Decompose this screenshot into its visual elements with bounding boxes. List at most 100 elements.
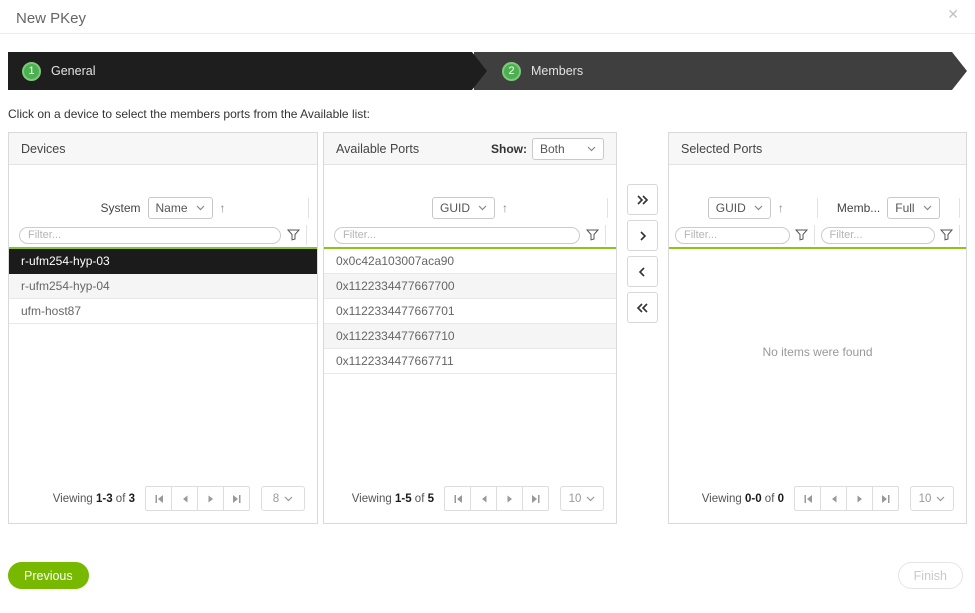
move-all-right-button[interactable] bbox=[627, 184, 658, 215]
prev-page-icon bbox=[480, 495, 488, 503]
devices-panel-title: Devices bbox=[21, 142, 65, 156]
move-selected-left-button[interactable] bbox=[627, 256, 658, 287]
guid-column-header: GUID ↑ bbox=[675, 197, 817, 219]
last-page-icon bbox=[881, 494, 891, 504]
devices-sort-column-label: System bbox=[100, 201, 140, 215]
table-row[interactable]: 0x1122334477667711 bbox=[324, 349, 616, 374]
wizard-step-general[interactable]: 1 General bbox=[8, 52, 487, 90]
membership-select[interactable]: Full bbox=[887, 197, 939, 219]
first-page-button[interactable] bbox=[444, 486, 471, 511]
filter-funnel-icon[interactable] bbox=[586, 229, 599, 241]
prev-page-button[interactable] bbox=[171, 486, 198, 511]
table-row[interactable]: 0x1122334477667710 bbox=[324, 324, 616, 349]
instruction-text: Click on a device to select the members … bbox=[8, 107, 967, 121]
column-divider bbox=[605, 225, 606, 245]
dialog-header: New PKey ✕ bbox=[0, 0, 975, 34]
column-divider bbox=[814, 225, 815, 245]
next-page-icon bbox=[207, 495, 215, 503]
devices-table-body: r-ufm254-hyp-03 r-ufm254-hyp-04 ufm-host… bbox=[9, 247, 317, 486]
table-row[interactable]: r-ufm254-hyp-03 bbox=[9, 249, 317, 274]
available-sort-select[interactable]: GUID bbox=[432, 197, 495, 219]
first-page-icon bbox=[803, 494, 813, 504]
next-page-icon bbox=[506, 495, 514, 503]
column-divider bbox=[959, 225, 960, 245]
next-page-button[interactable] bbox=[846, 486, 873, 511]
membership-column-header: Memb... Full bbox=[818, 197, 960, 219]
first-page-button[interactable] bbox=[794, 486, 821, 511]
devices-panel-header: Devices bbox=[9, 133, 317, 165]
viewing-summary: Viewing 0-0 of 0 bbox=[702, 493, 784, 505]
sort-direction-icon[interactable]: ↑ bbox=[502, 201, 508, 215]
wizard-steps: 1 General 2 Members bbox=[8, 52, 967, 90]
last-page-button[interactable] bbox=[872, 486, 899, 511]
available-filter-row bbox=[324, 223, 616, 247]
page-size-select[interactable]: 8 bbox=[261, 486, 305, 511]
devices-sort-select[interactable]: Name bbox=[148, 197, 213, 219]
devices-filter-row bbox=[9, 223, 317, 247]
filter-funnel-icon[interactable] bbox=[795, 229, 808, 241]
members-selection-area: Devices System Name ↑ r-ufm254-hyp-03 r-… bbox=[8, 132, 967, 524]
available-panel-title: Available Ports bbox=[336, 142, 419, 156]
available-sort-row: GUID ↑ bbox=[324, 193, 616, 223]
first-page-button[interactable] bbox=[145, 486, 172, 511]
selected-guid-filter-input[interactable] bbox=[675, 227, 790, 244]
prev-page-icon bbox=[830, 495, 838, 503]
chevron-right-icon bbox=[635, 229, 650, 243]
table-row[interactable]: r-ufm254-hyp-04 bbox=[9, 274, 317, 299]
first-page-icon bbox=[154, 494, 164, 504]
step-label: General bbox=[51, 64, 95, 78]
step-number-badge: 2 bbox=[502, 62, 521, 81]
selected-guid-sort-select[interactable]: GUID bbox=[708, 197, 771, 219]
table-row[interactable]: 0x1122334477667700 bbox=[324, 274, 616, 299]
step-label: Members bbox=[531, 64, 583, 78]
close-icon[interactable]: ✕ bbox=[947, 6, 959, 23]
dialog-title: New PKey bbox=[16, 10, 86, 27]
next-page-button[interactable] bbox=[197, 486, 224, 511]
move-all-left-button[interactable] bbox=[627, 292, 658, 323]
show-select[interactable]: Both bbox=[532, 138, 604, 160]
membership-filter-cell bbox=[821, 227, 954, 244]
table-row[interactable]: 0x1122334477667701 bbox=[324, 299, 616, 324]
selected-table-body: No items were found bbox=[669, 247, 966, 486]
devices-pagination: Viewing 1-3 of 3 8 bbox=[9, 486, 317, 523]
chevron-down-icon bbox=[754, 205, 763, 211]
last-page-icon bbox=[531, 494, 541, 504]
last-page-button[interactable] bbox=[223, 486, 250, 511]
pager-buttons bbox=[145, 486, 250, 511]
wizard-step-members[interactable]: 2 Members bbox=[474, 52, 967, 90]
prev-page-button[interactable] bbox=[820, 486, 847, 511]
prev-page-button[interactable] bbox=[470, 486, 497, 511]
transfer-buttons-column bbox=[617, 132, 668, 323]
previous-button[interactable]: Previous bbox=[8, 562, 89, 589]
last-page-button[interactable] bbox=[522, 486, 549, 511]
membership-filter-input[interactable] bbox=[821, 227, 936, 244]
selected-sort-row: GUID ↑ Memb... Full bbox=[669, 193, 966, 223]
finish-button[interactable]: Finish bbox=[898, 562, 963, 589]
guid-filter-cell bbox=[675, 227, 808, 244]
page-size-select[interactable]: 10 bbox=[910, 486, 954, 511]
sort-direction-icon[interactable]: ↑ bbox=[778, 201, 784, 215]
viewing-summary: Viewing 1-3 of 3 bbox=[53, 493, 135, 505]
chevron-down-icon bbox=[284, 496, 293, 502]
empty-state-message: No items were found bbox=[669, 249, 966, 359]
column-divider bbox=[306, 225, 307, 245]
page-size-select[interactable]: 10 bbox=[560, 486, 604, 511]
show-filter-group: Show: Both bbox=[491, 138, 604, 160]
next-page-button[interactable] bbox=[496, 486, 523, 511]
filter-funnel-icon[interactable] bbox=[287, 229, 300, 241]
next-page-icon bbox=[856, 495, 864, 503]
table-row[interactable]: ufm-host87 bbox=[9, 299, 317, 324]
chevron-down-icon bbox=[586, 496, 595, 502]
available-filter-input[interactable] bbox=[334, 227, 580, 244]
move-selected-right-button[interactable] bbox=[627, 220, 658, 251]
double-chevron-right-icon bbox=[635, 193, 650, 207]
available-ports-panel: Available Ports Show: Both GUID ↑ 0x0c bbox=[323, 132, 617, 524]
filter-funnel-icon[interactable] bbox=[940, 229, 953, 241]
selected-panel-header: Selected Ports bbox=[669, 133, 966, 165]
chevron-down-icon bbox=[196, 205, 205, 211]
devices-filter-input[interactable] bbox=[19, 227, 281, 244]
table-row[interactable]: 0x0c42a103007aca90 bbox=[324, 249, 616, 274]
sort-direction-icon[interactable]: ↑ bbox=[220, 201, 226, 215]
available-panel-header: Available Ports Show: Both bbox=[324, 133, 616, 165]
column-divider bbox=[308, 198, 309, 218]
